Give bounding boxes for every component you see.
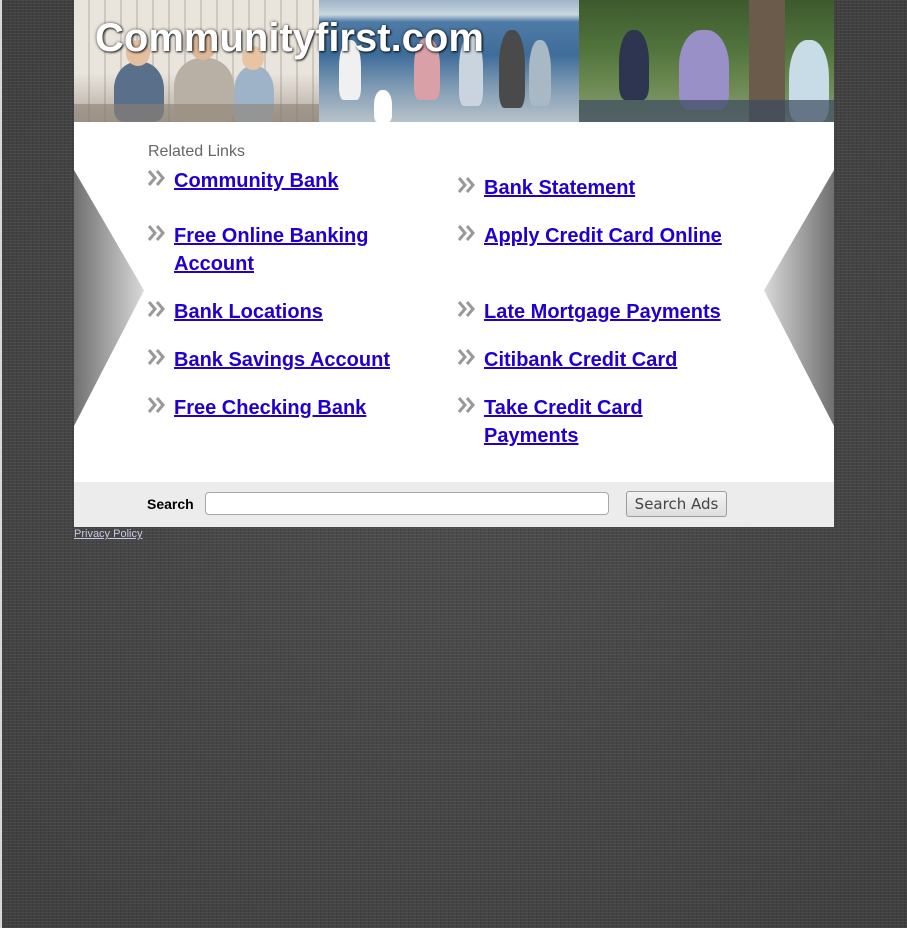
link-item-left-1[interactable]: Free Online Banking Account — [146, 222, 404, 278]
double-chevron-right-icon — [147, 301, 165, 317]
link-item-left-4[interactable]: Free Checking Bank — [146, 394, 424, 422]
link-item-right-1[interactable]: Apply Credit Card Online — [456, 222, 744, 250]
related-links-panel: Related Links Community Bank Free Online… — [74, 122, 834, 482]
link-apply-credit-card-online[interactable]: Apply Credit Card Online — [484, 222, 744, 250]
link-take-credit-card-payments[interactable]: Take Credit Card Payments — [484, 394, 684, 450]
link-free-checking-bank[interactable]: Free Checking Bank — [174, 394, 424, 422]
page-left-edge — [0, 0, 2, 928]
site-title: Communityfirst.com — [95, 16, 484, 60]
header-banner: Communityfirst.com — [74, 0, 834, 122]
link-item-right-4[interactable]: Take Credit Card Payments — [456, 394, 684, 450]
related-links-heading: Related Links — [148, 143, 245, 160]
link-bank-savings-account[interactable]: Bank Savings Account — [174, 346, 424, 374]
link-free-online-banking-account[interactable]: Free Online Banking Account — [174, 222, 404, 278]
page-container: Communityfirst.com Related Links Communi… — [74, 0, 834, 540]
link-item-left-2[interactable]: Bank Locations — [146, 298, 424, 326]
search-bar: Search Search Ads — [74, 482, 834, 527]
link-bank-statement[interactable]: Bank Statement — [484, 174, 744, 202]
right-decorative-wedge — [764, 170, 834, 426]
privacy-policy-link[interactable]: Privacy Policy — [74, 528, 142, 540]
double-chevron-right-icon — [147, 225, 165, 241]
link-citibank-credit-card[interactable]: Citibank Credit Card — [484, 346, 744, 374]
double-chevron-right-icon — [457, 349, 475, 365]
header-photo-forest — [579, 0, 834, 122]
link-community-bank[interactable]: Community Bank — [174, 167, 424, 195]
link-bank-locations[interactable]: Bank Locations — [174, 298, 424, 326]
link-item-left-0[interactable]: Community Bank — [146, 167, 424, 195]
double-chevron-right-icon — [147, 170, 165, 186]
double-chevron-right-icon — [457, 397, 475, 413]
search-ads-button[interactable]: Search Ads — [626, 491, 727, 517]
double-chevron-right-icon — [147, 349, 165, 365]
link-item-left-3[interactable]: Bank Savings Account — [146, 346, 424, 374]
double-chevron-right-icon — [457, 225, 475, 241]
link-item-right-3[interactable]: Citibank Credit Card — [456, 346, 744, 374]
search-input[interactable] — [205, 492, 609, 515]
double-chevron-right-icon — [457, 301, 475, 317]
link-late-mortgage-payments[interactable]: Late Mortgage Payments — [484, 298, 744, 326]
link-item-right-0[interactable]: Bank Statement — [456, 174, 744, 202]
left-decorative-wedge — [74, 170, 144, 426]
double-chevron-right-icon — [147, 397, 165, 413]
link-item-right-2[interactable]: Late Mortgage Payments — [456, 298, 744, 326]
double-chevron-right-icon — [457, 177, 475, 193]
search-label: Search — [147, 496, 194, 512]
